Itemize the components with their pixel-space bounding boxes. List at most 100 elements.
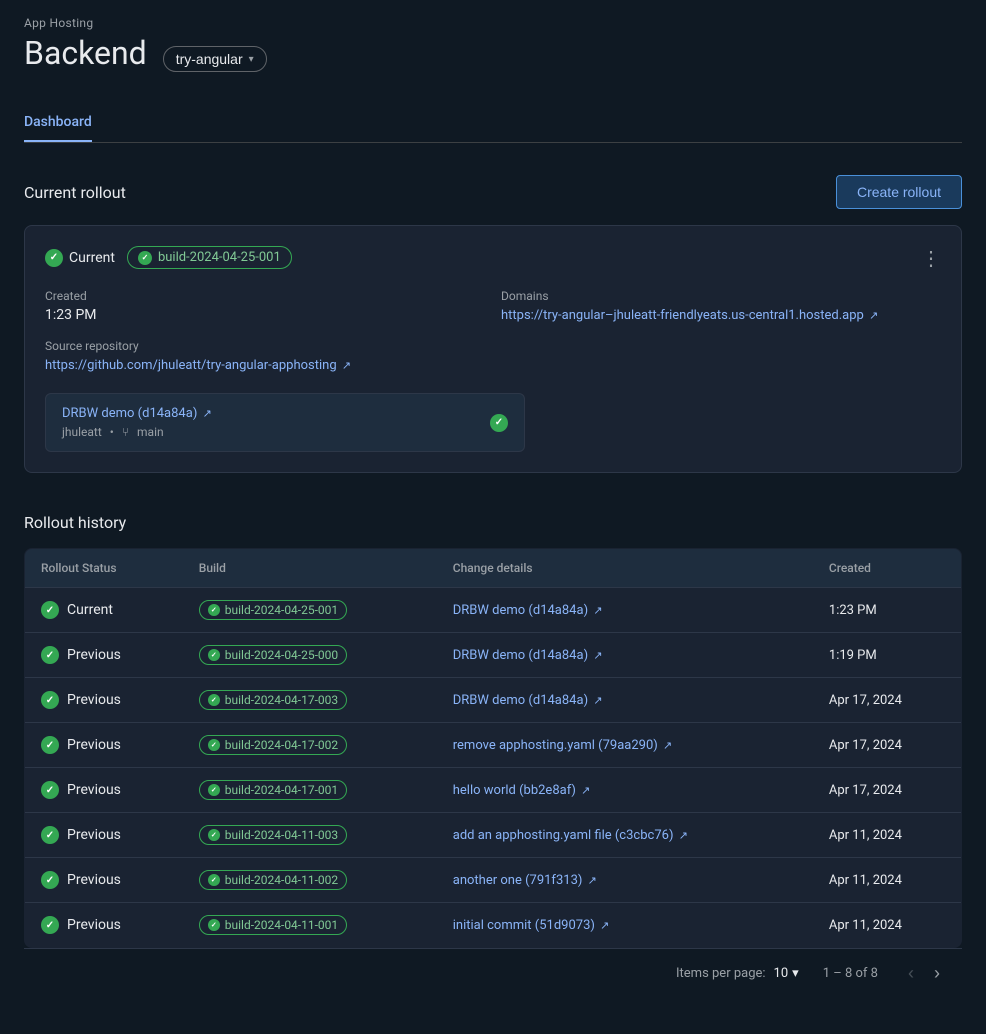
- build-status-icon: [208, 649, 220, 661]
- table-row: Previous build-2024-04-11-002 another on…: [25, 858, 962, 903]
- external-link-icon: ↗: [600, 919, 609, 932]
- table-header: Rollout Status Build Change details Crea…: [25, 549, 962, 588]
- row-status: Previous: [41, 646, 167, 664]
- row-build-cell: build-2024-04-25-001: [183, 588, 437, 633]
- card-top-row: Current build-2024-04-25-001 ⋮: [45, 246, 941, 269]
- build-status-icon: [208, 829, 220, 841]
- external-link-icon: ↗: [593, 604, 602, 617]
- create-rollout-button[interactable]: Create rollout: [836, 175, 962, 209]
- table-build-badge: build-2024-04-17-001: [199, 780, 347, 800]
- row-build-cell: build-2024-04-17-003: [183, 678, 437, 723]
- change-link[interactable]: initial commit (51d9073) ↗: [453, 918, 610, 933]
- chevron-down-icon: ▾: [249, 54, 254, 65]
- row-created-cell: 1:19 PM: [813, 633, 962, 678]
- row-status: Previous: [41, 736, 167, 754]
- row-status-cell: Previous: [25, 903, 183, 948]
- external-link-icon: ↗: [679, 829, 688, 842]
- backend-header: Backend try-angular ▾: [24, 34, 962, 84]
- source-repo-label: Source repository: [45, 339, 485, 353]
- table-build-badge: build-2024-04-11-003: [199, 825, 347, 845]
- branch-selector[interactable]: try-angular ▾: [163, 46, 267, 72]
- row-change-cell: add an apphosting.yaml file (c3cbc76) ↗: [437, 813, 813, 858]
- row-status-icon: [41, 871, 59, 889]
- row-build-cell: build-2024-04-11-002: [183, 858, 437, 903]
- domain-link[interactable]: https://try-angular–jhuleatt-friendlyeat…: [501, 308, 878, 323]
- row-status: Previous: [41, 826, 167, 844]
- change-link[interactable]: add an apphosting.yaml file (c3cbc76) ↗: [453, 828, 688, 843]
- page-container: App Hosting Backend try-angular ▾ Dashbo…: [0, 0, 986, 1014]
- page-range: 1 – 8 of 8: [823, 966, 878, 981]
- table-build-badge: build-2024-04-11-002: [199, 870, 347, 890]
- app-hosting-label: App Hosting: [24, 16, 962, 30]
- prev-page-button[interactable]: ‹: [902, 961, 920, 986]
- created-label: Created: [45, 289, 485, 303]
- row-status-icon: [41, 781, 59, 799]
- commit-status-icon: [490, 414, 508, 432]
- source-repo-link[interactable]: https://github.com/jhuleatt/try-angular-…: [45, 358, 351, 373]
- commit-meta: jhuleatt • ⑂ main: [62, 425, 212, 439]
- external-link-icon: ↗: [581, 784, 590, 797]
- table-build-badge: build-2024-04-25-000: [199, 645, 347, 665]
- row-change-cell: DRBW demo (d14a84a) ↗: [437, 588, 813, 633]
- change-link[interactable]: DRBW demo (d14a84a) ↗: [453, 603, 603, 618]
- row-build-cell: build-2024-04-17-002: [183, 723, 437, 768]
- tab-dashboard[interactable]: Dashboard: [24, 104, 92, 142]
- row-created-cell: Apr 11, 2024: [813, 813, 962, 858]
- external-link-icon: ↗: [593, 649, 602, 662]
- pagination-row: Items per page: 10 ▾ 1 – 8 of 8 ‹ ›: [24, 948, 962, 998]
- row-build-cell: build-2024-04-25-000: [183, 633, 437, 678]
- commit-link[interactable]: DRBW demo (d14a84a) ↗: [62, 406, 212, 421]
- next-page-button[interactable]: ›: [928, 961, 946, 986]
- external-link-icon: ↗: [593, 694, 602, 707]
- row-status-cell: Previous: [25, 633, 183, 678]
- build-status-icon: [208, 694, 220, 706]
- external-link-icon: ↗: [342, 359, 351, 372]
- row-change-cell: DRBW demo (d14a84a) ↗: [437, 633, 813, 678]
- row-created-cell: Apr 17, 2024: [813, 678, 962, 723]
- branch-selector-label: try-angular: [176, 51, 243, 67]
- row-status-cell: Previous: [25, 723, 183, 768]
- change-link[interactable]: DRBW demo (d14a84a) ↗: [453, 693, 603, 708]
- current-rollout-title: Current rollout: [24, 183, 126, 202]
- row-status-icon: [41, 601, 59, 619]
- row-change-cell: remove apphosting.yaml (79aa290) ↗: [437, 723, 813, 768]
- commit-info: DRBW demo (d14a84a) ↗ jhuleatt • ⑂ main: [62, 406, 212, 439]
- commit-branch: main: [137, 425, 164, 439]
- build-status-icon: [208, 784, 220, 796]
- row-status: Previous: [41, 871, 167, 889]
- source-repo-info: Source repository https://github.com/jhu…: [45, 339, 485, 373]
- row-change-cell: another one (791f313) ↗: [437, 858, 813, 903]
- row-build-cell: build-2024-04-17-001: [183, 768, 437, 813]
- commit-card: DRBW demo (d14a84a) ↗ jhuleatt • ⑂ main: [45, 393, 525, 452]
- more-options-button[interactable]: ⋮: [921, 248, 941, 268]
- table-build-badge: build-2024-04-17-002: [199, 735, 347, 755]
- branch-icon: ⑂: [122, 425, 129, 439]
- row-status-icon: [41, 736, 59, 754]
- rollout-history-section: Rollout history Rollout Status Build Cha…: [24, 513, 962, 998]
- build-status-icon: [208, 604, 220, 616]
- history-table: Rollout Status Build Change details Crea…: [24, 548, 962, 948]
- build-status-icon: [208, 739, 220, 751]
- change-link[interactable]: another one (791f313) ↗: [453, 873, 597, 888]
- row-build-cell: build-2024-04-11-001: [183, 903, 437, 948]
- row-status-icon: [41, 691, 59, 709]
- external-link-icon: ↗: [588, 874, 597, 887]
- row-status: Previous: [41, 916, 167, 934]
- per-page-select[interactable]: 10 ▾: [774, 966, 799, 981]
- table-row: Previous build-2024-04-11-003 add an app…: [25, 813, 962, 858]
- commit-author: jhuleatt: [62, 425, 102, 439]
- col-change-details: Change details: [437, 549, 813, 588]
- row-created-cell: Apr 11, 2024: [813, 858, 962, 903]
- row-created-cell: Apr 17, 2024: [813, 723, 962, 768]
- change-link[interactable]: hello world (bb2e8af) ↗: [453, 783, 591, 798]
- items-per-page: Items per page: 10 ▾: [676, 966, 799, 981]
- table-build-badge: build-2024-04-17-003: [199, 690, 347, 710]
- row-status: Previous: [41, 691, 167, 709]
- domains-label: Domains: [501, 289, 941, 303]
- items-per-page-label: Items per page:: [676, 966, 766, 981]
- change-link[interactable]: DRBW demo (d14a84a) ↗: [453, 648, 603, 663]
- status-badges: Current build-2024-04-25-001: [45, 246, 292, 269]
- row-status-cell: Previous: [25, 813, 183, 858]
- row-created-cell: Apr 17, 2024: [813, 768, 962, 813]
- change-link[interactable]: remove apphosting.yaml (79aa290) ↗: [453, 738, 673, 753]
